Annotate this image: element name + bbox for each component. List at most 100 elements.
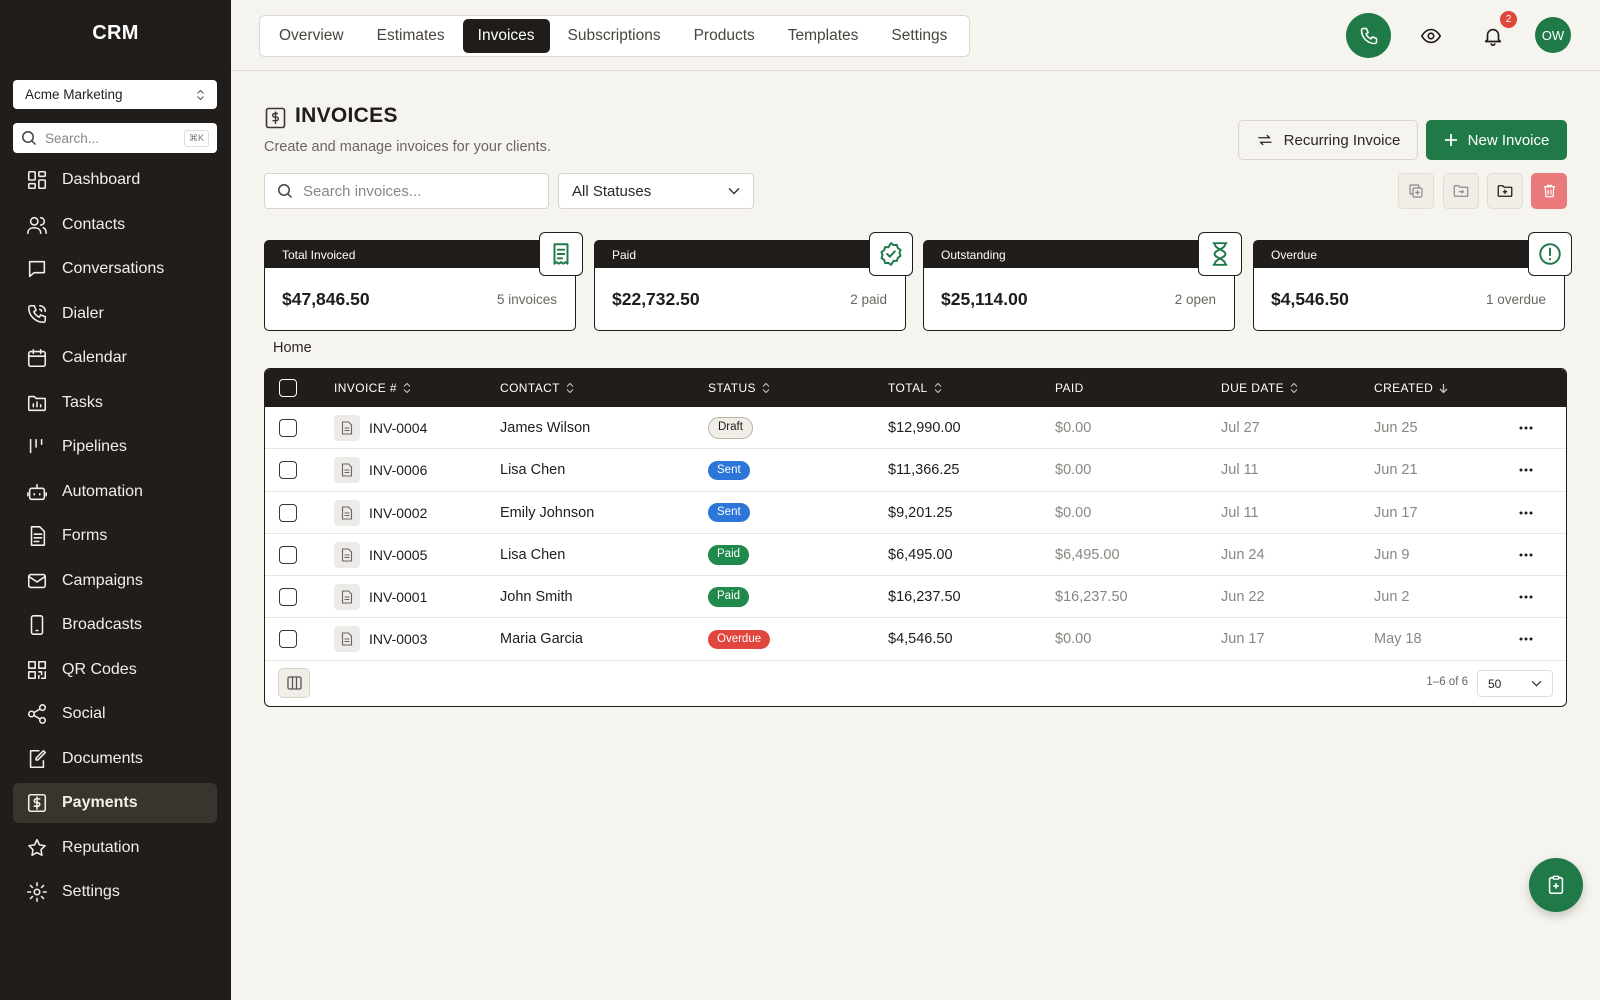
invoice-total: $6,495.00 [888,546,953,563]
sidebar-search-input[interactable]: Search... ⌘K [13,123,217,153]
sidebar-item-dialer[interactable]: Dialer [13,294,217,334]
sidebar-item-automation[interactable]: Automation [13,472,217,512]
more-actions-icon[interactable] [1519,553,1533,557]
sidebar-item-contacts[interactable]: Contacts [13,205,217,245]
column-header-paid[interactable]: PAID [1055,369,1084,407]
invoice-total: $11,366.25 [888,462,960,479]
sidebar-item-label: Pipelines [62,438,127,455]
invoices-table: INVOICE # CONTACT STATUS TOTAL PAID DUE DATE C… [264,368,1567,707]
more-actions-icon[interactable] [1519,595,1533,599]
sidebar-item-pipelines[interactable]: Pipelines [13,427,217,467]
sidebar-item-label: Conversations [62,260,165,277]
avatar[interactable]: OW [1535,17,1571,53]
table-row[interactable]: INV-0001 John Smith Paid $16,237.50 $16,237.… [265,576,1566,619]
invoice-number[interactable]: INV-0003 [369,631,427,647]
tab-templates[interactable]: Templates [773,19,874,53]
edit-doc-icon [26,748,48,770]
sidebar-item-reputation[interactable]: Reputation [13,828,217,868]
account-select[interactable]: Acme Marketing [13,80,217,109]
columns-toggle-button[interactable] [278,668,310,698]
sidebar-item-label: Tasks [62,393,103,411]
sidebar-item-qr-codes[interactable]: QR Codes [13,650,217,690]
more-actions-icon[interactable] [1519,637,1533,641]
more-actions-icon[interactable] [1519,511,1533,515]
new-folder-button[interactable] [1487,173,1523,209]
contacts-icon [26,214,48,236]
document-icon [334,584,360,611]
invoice-paid: $6,495.00 [1055,546,1120,563]
invoice-number[interactable]: INV-0001 [369,589,427,605]
more-actions-icon[interactable] [1519,468,1533,472]
row-checkbox[interactable] [279,461,297,480]
quick-add-button[interactable] [1529,858,1583,912]
column-header-invoice[interactable]: INVOICE # [334,369,411,407]
recurring-invoice-button[interactable]: Recurring Invoice [1238,120,1418,160]
column-header-label: INVOICE # [334,381,397,395]
status-filter-select[interactable]: All Statuses [558,173,754,209]
sidebar-item-dashboard[interactable]: Dashboard [13,160,217,200]
tab-invoices[interactable]: Invoices [462,19,550,53]
select-all-checkbox[interactable] [279,379,297,397]
sidebar-item-payments[interactable]: Payments [13,783,217,823]
row-checkbox[interactable] [279,419,297,437]
tab-products[interactable]: Products [679,19,770,53]
sidebar-search-placeholder: Search... [45,130,100,146]
invoice-number[interactable]: INV-0004 [369,420,427,436]
stat-card-total-invoiced: Total Invoiced $47,846.50 5 invoices [264,232,583,331]
sidebar-item-forms[interactable]: Forms [13,516,217,556]
column-header-status[interactable]: STATUS [708,369,770,407]
preview-button[interactable] [1417,22,1445,50]
sidebar-item-label: Social [62,705,106,722]
duplicate-button[interactable] [1398,173,1434,209]
search-icon [21,130,37,146]
column-header-contact[interactable]: CONTACT [500,369,574,407]
invoice-paid: $0.00 [1055,504,1092,521]
invoice-search-input[interactable]: Search invoices... [264,173,549,209]
breadcrumb[interactable]: Home [273,340,312,356]
contact-name: Emily Johnson [500,504,595,521]
sidebar-item-label: Dialer [62,304,104,322]
tab-overview[interactable]: Overview [264,19,359,53]
column-header-label: CREATED [1374,381,1434,395]
table-row[interactable]: INV-0002 Emily Johnson Sent $9,201.25 $0.00 J… [265,492,1566,534]
invoice-number[interactable]: INV-0005 [369,547,427,563]
more-actions-icon[interactable] [1519,426,1533,430]
sidebar-item-calendar[interactable]: Calendar [13,338,217,378]
table-row[interactable]: INV-0005 Lisa Chen Paid $6,495.00 $6,495.00 J… [265,534,1566,577]
chat-icon [26,258,48,280]
table-row[interactable]: INV-0004 James Wilson Draft $12,990.00 $0.00… [265,407,1566,450]
call-button[interactable] [1346,13,1391,58]
table-row[interactable]: INV-0003 Maria Garcia Overdue $4,546.50 $0.0… [265,618,1566,661]
column-header-due-date[interactable]: DUE DATE [1221,369,1298,407]
invoice-number[interactable]: INV-0002 [369,505,427,521]
stat-label: Outstanding [924,241,1234,268]
row-checkbox[interactable] [279,503,297,522]
stat-note: 2 open [1174,292,1216,307]
column-header-total[interactable]: TOTAL [888,369,942,407]
eye-icon [1420,25,1442,47]
calendar-icon [26,347,48,369]
tab-subscriptions[interactable]: Subscriptions [553,19,676,53]
table-row[interactable]: INV-0006 Lisa Chen Sent $11,366.25 $0.00 Jul … [265,449,1566,492]
row-checkbox[interactable] [279,588,297,607]
sidebar-item-broadcasts[interactable]: Broadcasts [13,605,217,645]
tab-estimates[interactable]: Estimates [362,19,460,53]
invoice-created-date: Jun 2 [1374,589,1410,606]
gear-icon [26,881,48,903]
sidebar-item-conversations[interactable]: Conversations [13,249,217,289]
invoice-number[interactable]: INV-0006 [369,462,427,478]
row-checkbox[interactable] [279,630,297,649]
tab-settings[interactable]: Settings [876,19,962,53]
sidebar-item-documents[interactable]: Documents [13,739,217,779]
new-invoice-button[interactable]: New Invoice [1426,120,1567,160]
sidebar-item-campaigns[interactable]: Campaigns [13,561,217,601]
delete-button[interactable] [1531,173,1567,209]
column-header-created[interactable]: CREATED [1374,369,1448,407]
sidebar-item-social[interactable]: Social [13,694,217,734]
sidebar-item-settings[interactable]: Settings [13,872,217,912]
move-button[interactable] [1443,173,1479,209]
page-size-select[interactable]: 50 [1477,670,1553,697]
row-checkbox[interactable] [279,545,297,564]
sidebar-item-tasks[interactable]: Tasks [13,383,217,423]
sidebar-item-label: QR Codes [62,660,137,678]
